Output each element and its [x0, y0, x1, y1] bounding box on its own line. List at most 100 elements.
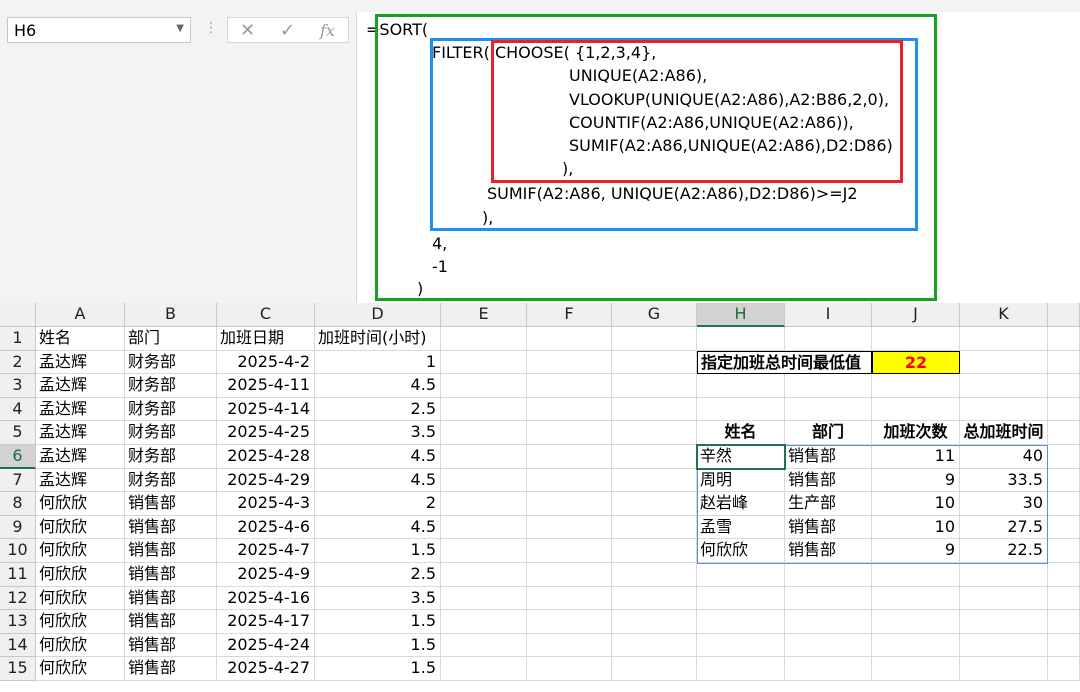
cell-empty[interactable] [441, 468, 527, 493]
cell-empty[interactable] [785, 374, 872, 398]
cell-a[interactable]: 孟达辉 [36, 397, 125, 422]
cell-d[interactable]: 1.5 [315, 633, 441, 658]
cell-empty[interactable] [527, 539, 612, 563]
column-header-a[interactable]: A [36, 303, 125, 327]
cell-a[interactable]: 何欣欣 [36, 515, 125, 540]
cell-empty[interactable] [1048, 397, 1080, 422]
column-header-g[interactable]: G [612, 303, 697, 327]
cell-d[interactable]: 4.5 [315, 445, 441, 469]
row-header[interactable]: 2 [0, 350, 36, 375]
cell-empty[interactable] [441, 327, 527, 351]
cell-a[interactable]: 孟达辉 [36, 468, 125, 493]
column-header-k[interactable]: K [960, 303, 1048, 327]
cell-empty[interactable] [441, 445, 527, 469]
cell-empty[interactable] [612, 421, 697, 445]
cell-d[interactable]: 3.5 [315, 586, 441, 611]
cell-empty[interactable] [441, 397, 527, 422]
cell-c[interactable]: 2025-4-11 [217, 374, 315, 398]
cell-empty[interactable] [785, 563, 872, 587]
cell-empty[interactable] [527, 492, 612, 516]
column-header-h[interactable]: H [697, 303, 785, 327]
criteria-value[interactable]: 22 [872, 350, 960, 375]
cell-d[interactable]: 4.5 [315, 515, 441, 540]
cell-c[interactable]: 2025-4-6 [217, 515, 315, 540]
cell-a[interactable]: 何欣欣 [36, 657, 125, 681]
cell-empty[interactable] [441, 350, 527, 375]
cell-a[interactable]: 何欣欣 [36, 586, 125, 611]
cell-a[interactable]: 孟达辉 [36, 445, 125, 469]
name-box[interactable]: H6 ▼ [7, 17, 191, 43]
cell-c[interactable]: 2025-4-3 [217, 492, 315, 516]
cell-a[interactable]: 孟达辉 [36, 421, 125, 445]
column-header-e[interactable]: E [441, 303, 527, 327]
cell-empty[interactable] [441, 586, 527, 611]
select-all-button[interactable] [0, 303, 36, 327]
cell-d[interactable]: 加班时间(小时) [315, 327, 441, 351]
cell-empty[interactable] [697, 657, 785, 681]
cell-b[interactable]: 财务部 [125, 421, 217, 445]
cell-c[interactable]: 2025-4-24 [217, 633, 315, 658]
cell-empty[interactable] [527, 468, 612, 493]
chevron-down-icon[interactable]: ▼ [176, 23, 184, 34]
cell-empty[interactable] [612, 633, 697, 658]
cell-empty[interactable] [960, 397, 1048, 422]
cell-empty[interactable] [612, 374, 697, 398]
cell-empty[interactable] [960, 657, 1048, 681]
cell-empty[interactable] [612, 327, 697, 351]
cell-a[interactable]: 何欣欣 [36, 610, 125, 634]
cell-empty[interactable] [441, 633, 527, 658]
row-header[interactable]: 11 [0, 563, 36, 587]
cell-empty[interactable] [697, 633, 785, 658]
cell-empty[interactable] [697, 563, 785, 587]
cell-empty[interactable] [960, 350, 1048, 375]
column-header-d[interactable]: D [315, 303, 441, 327]
cell-empty[interactable] [527, 633, 612, 658]
cell-empty[interactable] [785, 586, 872, 611]
cell-c[interactable]: 2025-4-9 [217, 563, 315, 587]
cell-a[interactable]: 孟达辉 [36, 374, 125, 398]
column-header-f[interactable]: F [527, 303, 612, 327]
cell-d[interactable]: 1.5 [315, 610, 441, 634]
cell-empty[interactable] [1048, 492, 1080, 516]
cell-a[interactable]: 孟达辉 [36, 350, 125, 375]
cell-empty[interactable] [960, 563, 1048, 587]
cell-empty[interactable] [527, 350, 612, 375]
cell-a[interactable]: 何欣欣 [36, 539, 125, 563]
cell-b[interactable]: 销售部 [125, 586, 217, 611]
cell-a[interactable]: 何欣欣 [36, 563, 125, 587]
cell-empty[interactable] [612, 539, 697, 563]
cell-empty[interactable] [1048, 610, 1080, 634]
cell-b[interactable]: 销售部 [125, 492, 217, 516]
cell-empty[interactable] [697, 610, 785, 634]
cell-empty[interactable] [527, 563, 612, 587]
cell-empty[interactable] [527, 374, 612, 398]
column-header-b[interactable]: B [125, 303, 217, 327]
cell-a[interactable]: 何欣欣 [36, 492, 125, 516]
cell-empty[interactable] [527, 445, 612, 469]
row-header[interactable]: 4 [0, 397, 36, 422]
cell-b[interactable]: 销售部 [125, 633, 217, 658]
cell-empty[interactable] [1048, 327, 1080, 351]
cell-empty[interactable] [1048, 421, 1080, 445]
cell-empty[interactable] [612, 350, 697, 375]
row-header[interactable]: 7 [0, 468, 36, 493]
cell-empty[interactable] [527, 586, 612, 611]
cell-b[interactable]: 财务部 [125, 350, 217, 375]
cell-a[interactable]: 何欣欣 [36, 633, 125, 658]
cell-b[interactable]: 销售部 [125, 563, 217, 587]
cell-empty[interactable] [527, 610, 612, 634]
cell-empty[interactable] [872, 586, 960, 611]
cell-empty[interactable] [785, 397, 872, 422]
cell-empty[interactable] [441, 421, 527, 445]
cell-empty[interactable] [441, 492, 527, 516]
cell-c[interactable]: 2025-4-16 [217, 586, 315, 611]
cell-b[interactable]: 财务部 [125, 397, 217, 422]
cell-empty[interactable] [960, 610, 1048, 634]
insert-function-icon[interactable]: fx [320, 21, 335, 40]
cell-empty[interactable] [1048, 515, 1080, 540]
cell-empty[interactable] [441, 374, 527, 398]
cell-b[interactable]: 财务部 [125, 374, 217, 398]
criteria-label[interactable]: 指定加班总时间最低值 [697, 350, 872, 375]
cell-empty[interactable] [441, 539, 527, 563]
cell-empty[interactable] [612, 657, 697, 681]
